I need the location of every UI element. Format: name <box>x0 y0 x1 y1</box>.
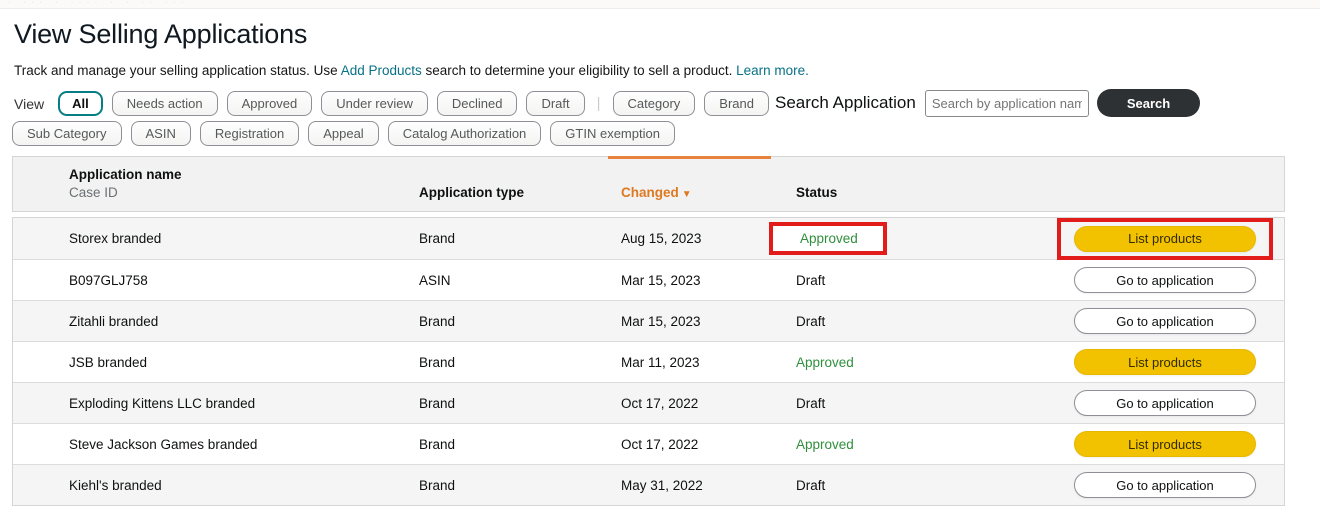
application-name: B097GLJ758 <box>69 273 419 288</box>
top-edge-remnant: · ··· · ···· · · ·· ··· <box>0 0 1320 9</box>
filter-chip-under-review[interactable]: Under review <box>321 91 428 116</box>
row-action-button[interactable]: List products <box>1074 431 1256 457</box>
filter-chip-all[interactable]: All <box>58 91 103 116</box>
header-status: Status <box>796 185 1026 200</box>
header-application-name-case-id: Application name Case ID <box>69 157 419 200</box>
search-application-group: Search Application Search <box>775 89 1200 117</box>
status-badge: Draft <box>796 314 825 329</box>
filter-chip-draft[interactable]: Draft <box>526 91 584 116</box>
application-type: Brand <box>419 314 621 329</box>
search-application-label: Search Application <box>775 93 916 113</box>
changed-date: Mar 15, 2023 <box>621 314 796 329</box>
filter-chip-appeal[interactable]: Appeal <box>308 121 378 146</box>
status-badge: Draft <box>796 478 825 493</box>
application-name: Steve Jackson Games branded <box>69 437 419 452</box>
changed-date: May 31, 2022 <box>621 478 796 493</box>
filter-chip-category[interactable]: Category <box>613 91 696 116</box>
row-action-button[interactable]: List products <box>1074 226 1256 252</box>
action-highlight-wrap: List products <box>1057 218 1273 260</box>
status-badge: Draft <box>796 273 825 288</box>
status-badge: Approved <box>796 355 854 370</box>
sort-caret-icon: ▼ <box>682 189 692 200</box>
row-action-button[interactable]: Go to application <box>1074 308 1256 334</box>
table-row: JSB branded Brand Mar 11, 2023 Approved … <box>13 341 1284 382</box>
filter-chip-sub-category[interactable]: Sub Category <box>12 121 122 146</box>
search-input[interactable] <box>925 90 1089 117</box>
application-type: Brand <box>419 355 621 370</box>
view-selling-applications-page: View Selling Applications Track and mana… <box>0 19 1320 506</box>
filter-divider: | <box>597 95 601 112</box>
table-row: Kiehl's branded Brand May 31, 2022 Draft… <box>13 464 1284 505</box>
application-name: JSB branded <box>69 355 419 370</box>
table-body: Storex branded Brand Aug 15, 2023 Approv… <box>12 217 1285 506</box>
table-row: Zitahli branded Brand Mar 15, 2023 Draft… <box>13 300 1284 341</box>
filter-chip-catalog-authorization[interactable]: Catalog Authorization <box>388 121 542 146</box>
application-type: Brand <box>419 231 621 246</box>
status-badge: Approved <box>796 437 854 452</box>
application-type: ASIN <box>419 273 621 288</box>
header-case-id: Case ID <box>69 185 419 200</box>
changed-date: Mar 15, 2023 <box>621 273 796 288</box>
add-products-link[interactable]: Add Products <box>341 63 422 78</box>
application-type: Brand <box>419 478 621 493</box>
remnant-text: · ··· · ···· · · ·· ··· <box>8 0 328 6</box>
learn-more-link[interactable]: Learn more. <box>736 63 809 78</box>
application-name: Storex branded <box>69 231 419 246</box>
application-name: Exploding Kittens LLC branded <box>69 396 419 411</box>
status-badge: Approved <box>769 222 887 255</box>
table-row: Steve Jackson Games branded Brand Oct 17… <box>13 423 1284 464</box>
search-button[interactable]: Search <box>1097 89 1200 117</box>
applications-table: Application name Case ID Application typ… <box>12 156 1285 506</box>
application-type: Brand <box>419 437 621 452</box>
filter-chip-gtin-exemption[interactable]: GTIN exemption <box>550 121 675 146</box>
filters-section: View All Needs action Approved Under rev… <box>14 90 1310 147</box>
filter-chip-registration[interactable]: Registration <box>200 121 299 146</box>
header-application-type: Application type <box>419 185 621 200</box>
row-action-button[interactable]: Go to application <box>1074 390 1256 416</box>
filter-chip-asin[interactable]: ASIN <box>131 121 191 146</box>
table-row: Exploding Kittens LLC branded Brand Oct … <box>13 382 1284 423</box>
changed-date: Mar 11, 2023 <box>621 355 796 370</box>
header-changed-sort[interactable]: Changed▼ <box>621 185 796 200</box>
row-action-button[interactable]: Go to application <box>1074 267 1256 293</box>
row-action-button[interactable]: Go to application <box>1074 472 1256 498</box>
row-action-button[interactable]: List products <box>1074 349 1256 375</box>
filter-chip-brand[interactable]: Brand <box>704 91 769 116</box>
subtitle-text-2: search to determine your eligibility to … <box>422 63 736 78</box>
table-row: B097GLJ758 ASIN Mar 15, 2023 Draft Go to… <box>13 259 1284 300</box>
changed-date: Oct 17, 2022 <box>621 437 796 452</box>
filter-chip-declined[interactable]: Declined <box>437 91 518 116</box>
header-changed-label: Changed <box>621 185 679 200</box>
application-name: Zitahli branded <box>69 314 419 329</box>
filter-chip-needs-action[interactable]: Needs action <box>112 91 218 116</box>
table-row: Storex branded Brand Aug 15, 2023 Approv… <box>13 218 1284 259</box>
page-subtitle: Track and manage your selling applicatio… <box>14 63 1320 78</box>
filter-row-2: Sub Category ASIN Registration Appeal Ca… <box>12 120 1310 147</box>
filter-chip-approved[interactable]: Approved <box>227 91 313 116</box>
status-badge: Draft <box>796 396 825 411</box>
subtitle-text-1: Track and manage your selling applicatio… <box>14 63 341 78</box>
changed-date: Oct 17, 2022 <box>621 396 796 411</box>
view-label: View <box>14 96 44 112</box>
header-application-name: Application name <box>69 167 419 182</box>
application-name: Kiehl's branded <box>69 478 419 493</box>
page-title: View Selling Applications <box>14 19 1320 50</box>
changed-column-sort-indicator <box>608 156 771 159</box>
table-header: Application name Case ID Application typ… <box>12 156 1285 212</box>
application-type: Brand <box>419 396 621 411</box>
